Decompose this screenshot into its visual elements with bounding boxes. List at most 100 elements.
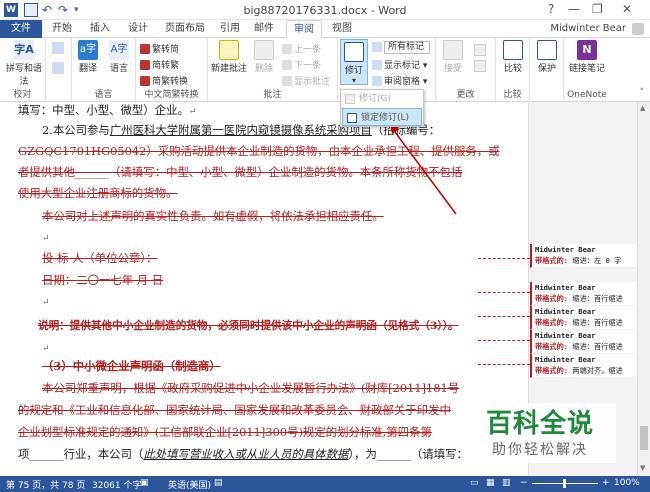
restore-button[interactable]: ❐ bbox=[592, 2, 603, 16]
show-markup-icon bbox=[372, 60, 382, 70]
group-language: a字 翻译 A字 语言 语言 bbox=[72, 38, 136, 102]
help-button[interactable]: ? bbox=[548, 2, 554, 16]
format-balloon[interactable]: Midwinter Bear 带格式的: 缩进：左 0 字 bbox=[530, 244, 638, 268]
balloon-connector bbox=[478, 258, 530, 259]
prev-comment-button[interactable]: 上一条 bbox=[282, 42, 321, 55]
vertical-scrollbar[interactable]: ▲ ▼ bbox=[637, 102, 650, 476]
scroll-up-icon[interactable]: ▲ bbox=[640, 104, 645, 112]
markup-select[interactable]: 所有标记 bbox=[384, 41, 430, 54]
language-icon: A字 bbox=[109, 40, 129, 60]
doc-line-deleted: 企业划型标准规定的通知》(工信部联企业[2011]300号)规定的划分标准,第四… bbox=[18, 425, 432, 439]
proofing-status-icon[interactable]: ▣ bbox=[140, 478, 149, 488]
collapse-ribbon-icon[interactable]: ˄ bbox=[640, 88, 645, 98]
convert-button[interactable]: 简繁转换 bbox=[140, 74, 188, 87]
next-comment-button[interactable]: 下一条 bbox=[282, 58, 321, 71]
tab-layout[interactable]: 页面布局 bbox=[160, 20, 210, 38]
simp-to-trad-button[interactable]: 简转繁 bbox=[140, 58, 179, 71]
balloon-connector bbox=[478, 340, 530, 341]
read-mode-icon[interactable]: ▭ bbox=[470, 478, 479, 488]
word-count-icon[interactable] bbox=[52, 62, 64, 74]
tab-file[interactable]: 文件 bbox=[0, 20, 42, 38]
thesaurus-icon[interactable] bbox=[52, 42, 64, 54]
doc-line-empty: ↵ bbox=[42, 298, 50, 308]
translate-icon: a字 bbox=[78, 40, 98, 60]
close-button[interactable]: ✕ bbox=[622, 2, 632, 16]
doc-line: 项______行业，本公司（此处填写营业收入或从业人员的具体数据），为_____… bbox=[18, 447, 468, 461]
group-proofing-extra bbox=[46, 38, 72, 102]
tab-mailings[interactable]: 邮件 bbox=[250, 20, 278, 38]
doc-line: 填写：中型、小型、微型）企业。↵ bbox=[18, 103, 197, 117]
avatar[interactable] bbox=[632, 23, 644, 35]
spell-check-button[interactable]: 字A 拼写和语法 bbox=[3, 40, 45, 87]
doc-line-deleted: 说明：提供其他中小企业制造的货物，必须同时提供该中小企业的声明函（见格式（3））… bbox=[38, 320, 459, 332]
doc-line-empty: ↵ bbox=[42, 344, 50, 354]
zoom-slider-thumb[interactable] bbox=[563, 479, 566, 488]
tab-view[interactable]: 视图 bbox=[328, 20, 356, 38]
new-comment-button[interactable]: 新建批注 bbox=[210, 40, 248, 74]
abc-check-icon: 字A bbox=[14, 40, 34, 60]
ribbon-tabs: 文件 开始 插入 设计 页面布局 引用 邮件 审阅 视图 Midwinter B… bbox=[0, 20, 650, 39]
zoom-level[interactable]: 100% bbox=[614, 478, 640, 488]
protect-button[interactable]: 保护 bbox=[532, 40, 562, 74]
format-balloon[interactable]: Midwinter Bear 带格式的: 缩进：首行缩进 bbox=[530, 282, 638, 306]
new-comment-icon bbox=[219, 40, 239, 60]
accept-button[interactable]: 接受 bbox=[438, 40, 468, 74]
review-pane-icon bbox=[372, 76, 382, 86]
tab-design[interactable]: 设计 bbox=[124, 20, 152, 38]
tab-references[interactable]: 引用 bbox=[216, 20, 244, 38]
convert-icon bbox=[140, 76, 150, 86]
group-changes: 接受 更改 bbox=[436, 38, 496, 102]
page-count[interactable]: 第 75 页，共 78 页 bbox=[6, 478, 85, 491]
track-changes-button[interactable]: 修订 ▾ bbox=[340, 39, 368, 85]
compare-button[interactable]: 比较 bbox=[498, 40, 528, 74]
prev-icon bbox=[282, 44, 292, 54]
scroll-down-icon[interactable]: ▼ bbox=[640, 464, 645, 472]
group-chinese-conversion: 繁转简 简转繁 简繁转换 中文简繁转换 bbox=[136, 38, 208, 102]
review-pane-button[interactable]: 审阅窗格 ▾ bbox=[372, 74, 427, 87]
reject-icon[interactable] bbox=[474, 44, 486, 56]
group-compare: 比较 比较 bbox=[496, 38, 530, 102]
group-protect: 保护 bbox=[530, 38, 564, 102]
track-changes-menu: 修订(G) 锁定修订(L) bbox=[340, 89, 424, 127]
macro-icon[interactable]: ▤ bbox=[214, 478, 223, 488]
menu-item-lock-tracking[interactable]: 锁定修订(L) bbox=[342, 108, 422, 126]
doc-line-deleted: 日期：二〇一七年 月 日 bbox=[42, 273, 164, 287]
doc-line-deleted: 者提供其他______（请填写：中型、小型、微型）企业制造的货物。本条所称货物不… bbox=[18, 165, 463, 179]
format-balloon[interactable]: Midwinter Bear 带格式的: 缩进：首行缩进 bbox=[530, 306, 638, 330]
show-markup-button[interactable]: 显示标记 ▾ bbox=[372, 58, 427, 71]
zoom-out-button[interactable]: − bbox=[520, 478, 528, 488]
minimize-button[interactable]: — bbox=[568, 2, 580, 16]
menu-item-track[interactable]: 修订(G) bbox=[341, 90, 423, 108]
tab-review[interactable]: 审阅 bbox=[286, 20, 322, 39]
tab-insert[interactable]: 插入 bbox=[86, 20, 114, 38]
format-balloon[interactable]: Midwinter Bear 带格式的: 两端对齐，缩进 bbox=[530, 354, 638, 378]
scroll-thumb[interactable] bbox=[640, 426, 648, 450]
balloon-connector bbox=[478, 316, 530, 317]
group-comments: 新建批注 删除 上一条 下一条 显示批注 批注 bbox=[208, 38, 338, 102]
doc-line-empty: ↵ bbox=[42, 234, 50, 244]
language-button[interactable]: A字 语言 bbox=[104, 40, 134, 74]
simp-icon bbox=[140, 60, 150, 70]
delete-comment-button[interactable]: 删除 bbox=[250, 40, 278, 74]
delete-comment-icon bbox=[254, 40, 274, 60]
tab-home[interactable]: 开始 bbox=[48, 20, 76, 38]
user-name[interactable]: Midwinter Bear bbox=[550, 23, 626, 34]
print-layout-icon[interactable]: ▦ bbox=[486, 478, 495, 488]
translate-button[interactable]: a字 翻译 bbox=[74, 40, 102, 74]
language-status[interactable]: 英语(美国) bbox=[168, 478, 211, 491]
ribbon: 字A 拼写和语法 校对 a字 翻译 A字 语言 语言 繁转简 简转繁 简繁转换 … bbox=[0, 38, 650, 102]
status-bar: 第 75 页，共 78 页 32061 个字 ▣ 英语(美国) ▤ ▭ ▦ ▥ … bbox=[0, 476, 650, 492]
show-comments-button[interactable]: 显示批注 bbox=[282, 74, 330, 87]
word-count[interactable]: 32061 个字 bbox=[92, 478, 142, 491]
zoom-in-button[interactable]: + bbox=[602, 478, 610, 488]
show-comments-icon bbox=[282, 76, 292, 86]
doc-line-deleted: 使用大型企业注册商标的货物。 bbox=[18, 186, 178, 200]
balloon-connector bbox=[478, 364, 530, 365]
prev-change-icon[interactable] bbox=[474, 60, 486, 72]
lock-icon bbox=[537, 40, 557, 60]
format-balloon[interactable]: Midwinter Bear 带格式的: 缩进：首行缩进 bbox=[530, 330, 638, 354]
doc-line-deleted: 本公司对上述声明的真实性负责。如有虚假，将依法承担相应责任。 bbox=[42, 209, 384, 223]
web-layout-icon[interactable]: ▥ bbox=[502, 478, 511, 488]
trad-to-simp-button[interactable]: 繁转简 bbox=[140, 42, 179, 55]
linked-notes-button[interactable]: N 链接笔记 bbox=[566, 40, 608, 74]
